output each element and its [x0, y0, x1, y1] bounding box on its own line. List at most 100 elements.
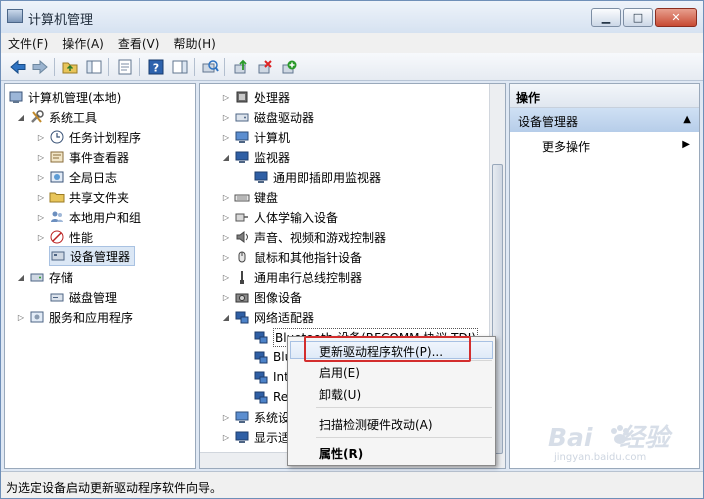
- expand-icon[interactable]: ▷: [221, 272, 231, 282]
- expand-icon[interactable]: ▷: [221, 232, 231, 242]
- tree-services[interactable]: ▷ 服务和应用程序: [16, 307, 133, 327]
- device-category-hid[interactable]: ▷ 人体学输入设备: [221, 207, 338, 227]
- back-icon[interactable]: [9, 58, 27, 76]
- menu-file[interactable]: 文件(F): [1, 33, 55, 53]
- device-generic-monitor[interactable]: 通用即插即用监视器: [253, 167, 381, 187]
- tree-storage[interactable]: ◢ 存储: [16, 267, 73, 287]
- console-tree-pane[interactable]: 计算机管理(本地) ◢ 系统工具 ▷ 任务计划程序 ▷ 事件查看器 ▷ 全局日志…: [4, 83, 196, 469]
- users-icon: [49, 209, 65, 225]
- expand-icon[interactable]: ▷: [36, 212, 46, 222]
- title-bar[interactable]: 计算机管理 ▁ □ ✕: [1, 1, 703, 33]
- update-driver-icon[interactable]: [232, 58, 250, 76]
- tree-disk-management[interactable]: 磁盘管理: [49, 287, 117, 307]
- collapse-icon[interactable]: ◢: [221, 312, 231, 322]
- expand-icon[interactable]: ▷: [36, 152, 46, 162]
- expand-icon[interactable]: ▷: [36, 192, 46, 202]
- device-category-computer[interactable]: ▷ 计算机: [221, 127, 290, 147]
- expand-icon[interactable]: ▷: [221, 132, 231, 142]
- minimize-button[interactable]: ▁: [591, 8, 621, 27]
- actions-pane: 操作 设备管理器 ▲ 更多操作 ▶: [509, 83, 700, 469]
- expand-icon[interactable]: ▷: [221, 412, 231, 422]
- tree-global-log[interactable]: ▷ 全局日志: [36, 167, 117, 187]
- storage-icon: [29, 269, 45, 285]
- console-tree-icon[interactable]: [85, 58, 103, 76]
- device-category-monitors[interactable]: ◢ 监视器: [221, 147, 290, 167]
- tree-label: 设备管理器: [70, 249, 131, 264]
- collapse-icon[interactable]: ◢: [221, 152, 231, 162]
- scan-hardware-icon[interactable]: [201, 58, 219, 76]
- expand-icon[interactable]: ▷: [221, 292, 231, 302]
- window-controls: ▁ □ ✕: [591, 8, 697, 27]
- device-category-display[interactable]: ▷ 显示适: [221, 427, 290, 447]
- properties-icon[interactable]: [116, 58, 134, 76]
- device-category-mice[interactable]: ▷ 鼠标和其他指针设备: [221, 247, 362, 267]
- tree-root[interactable]: 计算机管理(本地): [8, 87, 121, 107]
- status-bar: 为选定设备启动更新驱动程序软件向导。: [1, 471, 703, 498]
- device-label: 通用即插即用监视器: [273, 170, 382, 185]
- collapse-up-icon[interactable]: ▲: [683, 114, 691, 125]
- forward-icon[interactable]: [31, 58, 49, 76]
- expand-icon[interactable]: ▷: [221, 432, 231, 442]
- device-category-label: 计算机: [254, 130, 291, 145]
- disk-icon: [49, 289, 65, 305]
- menu-scan-hardware[interactable]: 扫描检测硬件改动(A): [319, 416, 433, 433]
- expand-icon[interactable]: ▷: [221, 212, 231, 222]
- expand-icon[interactable]: ▷: [221, 192, 231, 202]
- menu-enable[interactable]: 启用(E): [319, 364, 360, 381]
- tree-event-viewer[interactable]: ▷ 事件查看器: [36, 147, 129, 167]
- tree-device-manager[interactable]: 设备管理器: [49, 246, 136, 266]
- menu-help[interactable]: 帮助(H): [166, 33, 222, 53]
- collapse-icon[interactable]: ◢: [16, 272, 26, 282]
- device-network-child[interactable]: Re: [253, 387, 288, 407]
- up-folder-icon[interactable]: [61, 58, 79, 76]
- show-action-pane-icon[interactable]: [171, 58, 189, 76]
- help-icon[interactable]: ?: [147, 58, 165, 76]
- device-category-keyboards[interactable]: ▷ 键盘: [221, 187, 278, 207]
- expand-icon[interactable]: ▷: [36, 232, 46, 242]
- close-button[interactable]: ✕: [655, 8, 697, 27]
- network-adapter-icon: [253, 329, 269, 345]
- menu-separator: [316, 437, 492, 438]
- expand-icon[interactable]: ▷: [36, 172, 46, 182]
- uninstall-icon[interactable]: [256, 58, 274, 76]
- maximize-button[interactable]: □: [623, 8, 653, 27]
- device-category-disk-drives[interactable]: ▷ 磁盘驱动器: [221, 107, 314, 127]
- menu-view[interactable]: 查看(V): [111, 33, 167, 53]
- expand-icon[interactable]: ▷: [221, 252, 231, 262]
- menu-properties[interactable]: 属性(R): [319, 445, 363, 462]
- processor-icon: [234, 89, 250, 105]
- device-category-system[interactable]: ▷ 系统设: [221, 407, 290, 427]
- device-network-child[interactable]: Int: [253, 367, 289, 387]
- expand-icon[interactable]: ▷: [36, 132, 46, 142]
- device-category-processors[interactable]: ▷ 处理器: [221, 87, 290, 107]
- menu-action[interactable]: 操作(A): [55, 33, 111, 53]
- actions-header: 操作: [510, 84, 699, 108]
- paw-icon: [611, 425, 629, 444]
- tree-task-scheduler[interactable]: ▷ 任务计划程序: [36, 127, 141, 147]
- expand-icon[interactable]: ▷: [16, 312, 26, 322]
- monitor-icon: [234, 149, 250, 165]
- tree-shared-folders[interactable]: ▷ 共享文件夹: [36, 187, 129, 207]
- tree-performance[interactable]: ▷ 性能: [36, 227, 93, 247]
- expand-icon[interactable]: ▷: [221, 92, 231, 102]
- more-actions-link[interactable]: 更多操作: [542, 138, 590, 155]
- monitor-icon: [253, 169, 269, 185]
- tree-label: 任务计划程序: [69, 130, 142, 145]
- toolbar-separator: [139, 58, 140, 76]
- device-category-sound[interactable]: ▷ 声音、视频和游戏控制器: [221, 227, 386, 247]
- tree-label: 事件查看器: [69, 150, 130, 165]
- collapse-icon[interactable]: ◢: [16, 112, 26, 122]
- device-category-network[interactable]: ◢ 网络适配器: [221, 307, 314, 327]
- actions-section-device-manager[interactable]: 设备管理器 ▲: [510, 108, 699, 132]
- device-category-label: 系统设: [254, 410, 291, 425]
- device-category-usb[interactable]: ▷ 通用串行总线控制器: [221, 267, 362, 287]
- tree-system-tools[interactable]: ◢ 系统工具: [16, 107, 97, 127]
- tree-local-users[interactable]: ▷ 本地用户和组: [36, 207, 141, 227]
- device-category-label: 键盘: [254, 190, 279, 205]
- highlight-annotation: [304, 336, 471, 362]
- expand-icon[interactable]: ▷: [221, 112, 231, 122]
- device-category-imaging[interactable]: ▷ 图像设备: [221, 287, 302, 307]
- enable-device-icon[interactable]: [280, 58, 298, 76]
- device-category-label: 磁盘驱动器: [254, 110, 315, 125]
- menu-uninstall[interactable]: 卸载(U): [319, 386, 361, 403]
